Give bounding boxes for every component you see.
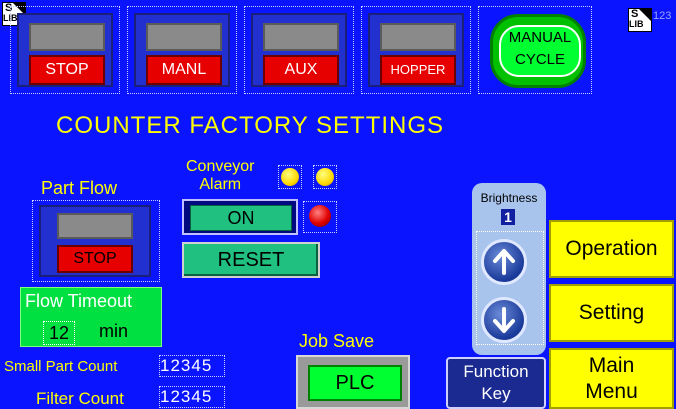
tile-manl-label: MANL — [146, 55, 222, 85]
manual-cycle-line1: MANUAL — [508, 29, 572, 46]
main-menu-button[interactable]: Main Menu — [549, 348, 674, 409]
part-flow-frame: STOP — [32, 200, 160, 282]
alarm-lamp-red — [309, 205, 331, 227]
small-part-count-value[interactable]: 12345 — [159, 355, 225, 377]
tile-manl[interactable]: MANL — [127, 6, 237, 94]
arrow-up-icon — [493, 249, 515, 275]
conveyor-lamp-2-frame — [313, 165, 337, 189]
operation-button[interactable]: Operation — [549, 220, 674, 278]
brightness-label: Brightness — [480, 191, 538, 205]
tile-aux[interactable]: AUX — [244, 6, 354, 94]
part-flow-status: STOP — [57, 245, 133, 273]
conveyor-alarm-label: Conveyor Alarm — [186, 158, 255, 193]
manual-cycle-line2: CYCLE — [514, 51, 566, 68]
conveyor-on-label: ON — [190, 205, 292, 231]
setting-button[interactable]: Setting — [549, 284, 674, 342]
reset-button[interactable]: RESET — [182, 242, 320, 278]
tile-hopper[interactable]: HOPPER — [361, 6, 471, 94]
flow-timeout-panel: Flow Timeout 12 min — [20, 287, 162, 347]
conveyor-on-button[interactable]: ON — [182, 199, 298, 235]
brightness-up-button[interactable] — [481, 239, 527, 285]
flow-timeout-value[interactable]: 12 — [43, 321, 75, 345]
job-save-frame: PLC — [296, 355, 410, 409]
tile-hopper-label: HOPPER — [380, 55, 456, 85]
conveyor-lamp-2 — [316, 168, 334, 186]
tile-stop-label: STOP — [29, 55, 105, 85]
plc-button[interactable]: PLC — [308, 365, 402, 401]
small-part-count-label: Small Part Count — [4, 358, 118, 375]
part-flow-indicator — [57, 213, 133, 239]
brightness-value: 1 — [501, 209, 515, 225]
tile-stop-indicator — [29, 23, 105, 51]
flow-timeout-label: Flow Timeout — [25, 291, 133, 311]
flow-timeout-unit: min — [99, 321, 129, 341]
conveyor-lamp-1-frame — [278, 165, 302, 189]
tile-aux-label: AUX — [263, 55, 339, 85]
filter-count-value[interactable]: 12345 — [159, 386, 225, 408]
brightness-down-button[interactable] — [481, 297, 527, 343]
filter-count-label: Filter Count — [36, 389, 124, 408]
tile-hopper-indicator — [380, 23, 456, 51]
part-flow-label: Part Flow — [41, 178, 118, 198]
arrow-down-icon — [493, 307, 515, 333]
tile-aux-indicator — [263, 23, 339, 51]
alarm-lamp-frame — [303, 201, 337, 233]
tile-stop[interactable]: STOP — [10, 6, 120, 94]
corner-number: 123 — [653, 10, 672, 22]
manual-cycle-button[interactable]: MANUAL CYCLE — [490, 14, 586, 88]
tile-manl-indicator — [146, 23, 222, 51]
function-key-button[interactable]: Function Key — [446, 357, 546, 409]
page-title: COUNTER FACTORY SETTINGS — [56, 112, 445, 139]
brightness-panel: Brightness 1 — [472, 183, 546, 355]
job-save-label: Job Save — [299, 331, 375, 351]
lib-badge-right: S LIB — [628, 8, 652, 32]
conveyor-lamp-1 — [281, 168, 299, 186]
